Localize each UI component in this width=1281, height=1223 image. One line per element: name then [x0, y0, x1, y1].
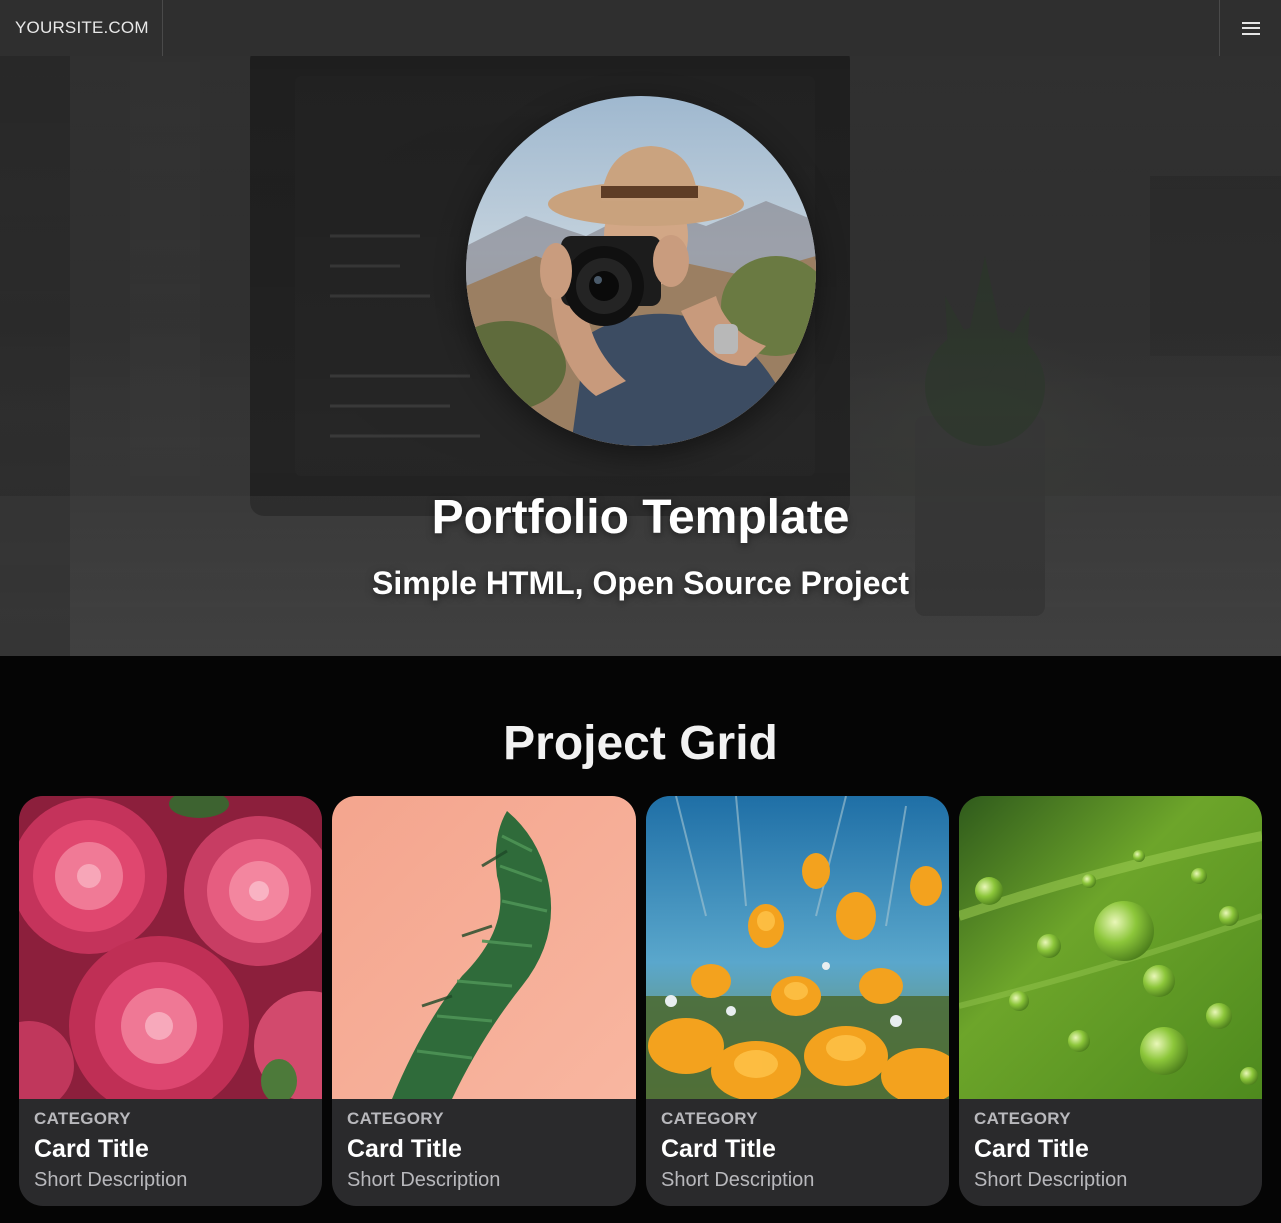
project-grid: CATEGORY Card Title Short Description CA…: [19, 796, 1262, 1206]
profile-avatar: [466, 96, 816, 446]
hamburger-menu-icon: [1241, 21, 1260, 35]
card-title: Card Title: [34, 1135, 149, 1163]
card-description: Short Description: [347, 1169, 501, 1191]
card-category: CATEGORY: [34, 1109, 131, 1128]
top-navbar: YOURSITE.COM: [0, 0, 1281, 56]
hero-title: Portfolio Template: [431, 491, 850, 544]
hero-section: Portfolio Template Simple HTML, Open Sou…: [0, 56, 1281, 656]
card-title: Card Title: [347, 1135, 462, 1163]
card-category: CATEGORY: [347, 1109, 444, 1128]
project-grid-title: Project Grid: [503, 717, 778, 770]
card-description: Short Description: [661, 1169, 815, 1191]
card-image-orange-poppies: [646, 796, 949, 1099]
card-title: Card Title: [661, 1135, 776, 1163]
card-image-water-drops-on-leaf: [959, 796, 1262, 1099]
card-image-green-plant-on-peach: [332, 796, 636, 1099]
card-category: CATEGORY: [661, 1109, 758, 1128]
project-card[interactable]: CATEGORY Card Title Short Description: [332, 796, 636, 1206]
project-card[interactable]: CATEGORY Card Title Short Description: [19, 796, 322, 1206]
photographer-portrait-image: [466, 96, 816, 446]
card-description: Short Description: [974, 1169, 1128, 1191]
hero-subtitle: Simple HTML, Open Source Project: [372, 565, 909, 601]
project-card[interactable]: CATEGORY Card Title Short Description: [959, 796, 1262, 1206]
card-title: Card Title: [974, 1135, 1089, 1163]
menu-toggle-button[interactable]: [1219, 0, 1281, 56]
site-brand-link[interactable]: YOURSITE.COM: [0, 0, 163, 56]
card-image-pink-dahlias: [19, 796, 322, 1099]
card-category: CATEGORY: [974, 1109, 1071, 1128]
project-card[interactable]: CATEGORY Card Title Short Description: [646, 796, 949, 1206]
card-description: Short Description: [34, 1169, 188, 1191]
